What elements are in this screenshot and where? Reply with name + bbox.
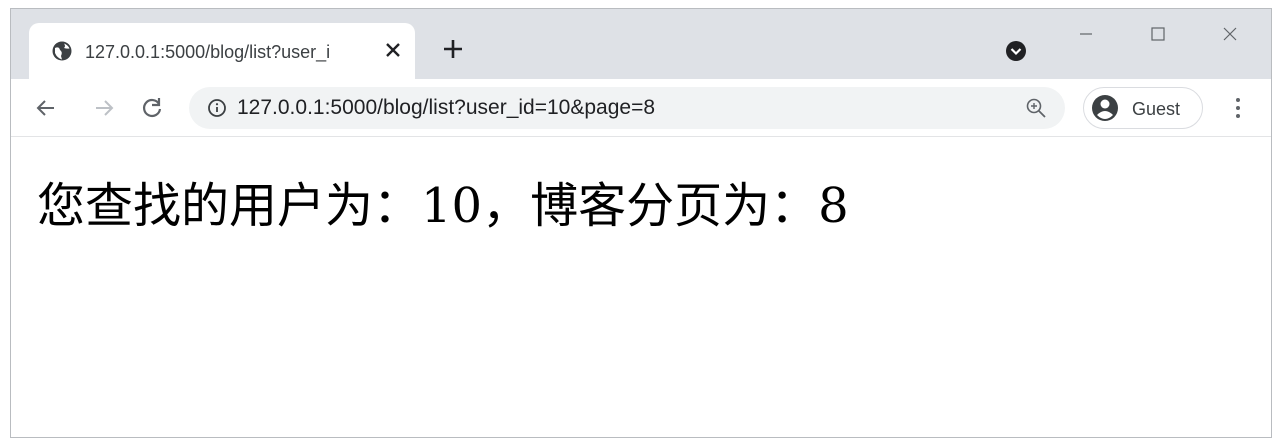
address-bar[interactable]: 127.0.0.1:5000/blog/list?user_id=10&page… — [189, 87, 1065, 129]
arrow-left-icon[interactable] — [33, 95, 59, 121]
close-icon[interactable] — [1211, 19, 1249, 49]
arrow-right-icon[interactable] — [91, 95, 117, 121]
maximize-icon[interactable] — [1139, 19, 1177, 49]
browser-window: 127.0.0.1:5000/blog/list?user_i 127.0.0.… — [10, 8, 1272, 438]
info-icon[interactable] — [207, 98, 227, 118]
tab-strip: 127.0.0.1:5000/blog/list?user_i — [11, 9, 1271, 79]
profile-button[interactable]: Guest — [1083, 87, 1203, 129]
page-content: 您查找的用户为：10，博客分页为：8 — [11, 137, 1271, 437]
page-body-text: 您查找的用户为：10，博客分页为：8 — [37, 178, 849, 234]
new-tab-button[interactable] — [441, 37, 465, 61]
minimize-icon[interactable] — [1067, 19, 1105, 49]
avatar-icon — [1092, 95, 1118, 121]
profile-label: Guest — [1132, 99, 1181, 119]
zoom-in-icon[interactable] — [1025, 97, 1047, 119]
reload-icon[interactable] — [139, 95, 165, 121]
globe-icon — [52, 41, 72, 61]
tab-search-icon[interactable] — [1005, 40, 1027, 62]
tab-active[interactable]: 127.0.0.1:5000/blog/list?user_i — [29, 23, 415, 79]
tab-title: 127.0.0.1:5000/blog/list?user_i — [85, 42, 331, 62]
close-icon[interactable] — [381, 38, 405, 62]
toolbar: 127.0.0.1:5000/blog/list?user_id=10&page… — [11, 79, 1271, 137]
url-text[interactable]: 127.0.0.1:5000/blog/list?user_id=10&page… — [237, 95, 997, 121]
more-vertical-icon[interactable] — [1225, 95, 1251, 121]
